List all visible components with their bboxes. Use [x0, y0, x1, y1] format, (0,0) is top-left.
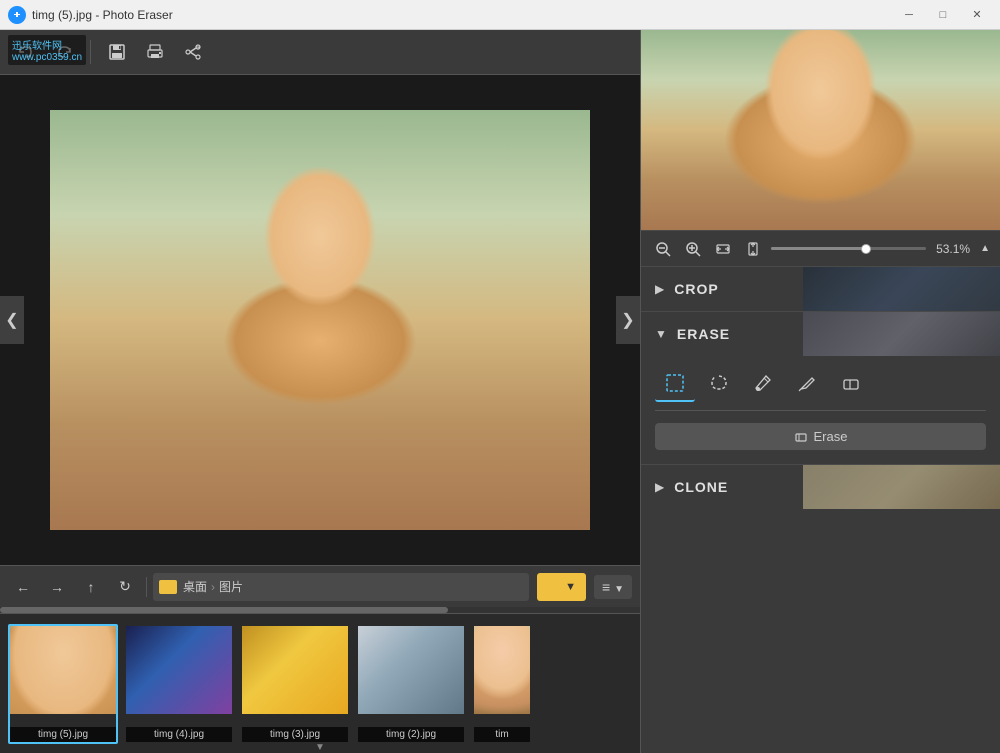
filter-icon: ≡: [602, 579, 610, 595]
refresh-button[interactable]: ↻: [110, 572, 140, 602]
clone-title: CLONE: [674, 479, 728, 495]
window-controls: ─ □ ✕: [894, 4, 992, 26]
star-icon: ★: [547, 577, 561, 597]
nav-divider: [146, 577, 147, 597]
clone-section: ▶ CLONE: [641, 464, 1000, 509]
thumbnail-label-2: timg (4).jpg: [126, 727, 232, 742]
save-button[interactable]: [101, 36, 133, 68]
crop-section-header[interactable]: ▶ CROP: [641, 267, 1000, 311]
window-title: timg (5).jpg - Photo Eraser: [32, 8, 173, 22]
erase-button-icon: [794, 430, 808, 444]
thumbnail-label-4: timg (2).jpg: [358, 727, 464, 742]
forward-button[interactable]: →: [42, 572, 72, 602]
pen-tool[interactable]: [787, 366, 827, 402]
share-button[interactable]: [177, 36, 209, 68]
fit-height-button[interactable]: [741, 237, 765, 261]
erase-section-header[interactable]: ▼ ERASE: [641, 312, 1000, 356]
prev-image-button[interactable]: ❮: [0, 296, 24, 344]
desktop-label: 桌面: [183, 578, 207, 595]
film-thumb-2[interactable]: timg (4).jpg: [124, 624, 234, 744]
thumbnail-image-1: [10, 626, 116, 714]
thumbnail-label-3: timg (3).jpg: [242, 727, 348, 742]
film-thumb-4[interactable]: timg (2).jpg: [356, 624, 466, 744]
erase-button[interactable]: Erase: [655, 423, 986, 450]
thumbnail-label-1: timg (5).jpg: [10, 727, 116, 742]
film-thumb-5[interactable]: tim: [472, 624, 532, 744]
toolbar-divider-1: [90, 40, 91, 64]
brush-tool[interactable]: [743, 366, 783, 402]
zoom-collapse-button[interactable]: ▲: [980, 243, 990, 254]
thumbnail-image-2: [126, 626, 232, 714]
lasso-select-tool[interactable]: [699, 366, 739, 402]
zoom-slider-fill: [771, 247, 864, 250]
minimize-button[interactable]: ─: [894, 4, 924, 26]
filter-button[interactable]: ≡ ▼: [594, 575, 632, 599]
thumbnail-image-4: [358, 626, 464, 714]
print-button[interactable]: [139, 36, 171, 68]
thumbnail-image-3: [242, 626, 348, 714]
erase-tool-group: [655, 366, 986, 411]
next-image-button[interactable]: ❯: [616, 296, 640, 344]
title-bar: timg (5).jpg - Photo Eraser ─ □ ✕: [0, 0, 1000, 30]
fit-width-button[interactable]: [711, 237, 735, 261]
crop-title: CROP: [674, 281, 718, 297]
back-button[interactable]: ←: [8, 572, 38, 602]
filmstrip-scroll-indicator: ▼: [315, 742, 325, 753]
erase-button-label: Erase: [814, 429, 848, 444]
film-thumb-3[interactable]: timg (3).jpg: [240, 624, 350, 744]
main-area: ❮ ❯ ← → ↑ ↻ 桌面 › 图片 ★ ▼ ≡: [0, 30, 1000, 753]
redo-button[interactable]: [48, 36, 80, 68]
undo-button[interactable]: [10, 36, 42, 68]
canvas-area: ❮ ❯: [0, 75, 640, 565]
preview-image-container: [641, 30, 1000, 230]
zoom-slider-thumb: [861, 244, 871, 254]
zoom-value: 53.1%: [932, 242, 970, 256]
erase-tools-panel: Erase: [641, 356, 1000, 464]
folder-icon: [159, 580, 177, 594]
thumbnail-image-5: [474, 626, 530, 714]
main-image: [50, 110, 590, 530]
thumbnail-label-5: tim: [474, 727, 530, 742]
clone-section-header[interactable]: ▶ CLONE: [641, 465, 1000, 509]
pictures-label: 图片: [219, 578, 243, 595]
zoom-bar: 53.1% ▲: [641, 230, 1000, 266]
file-path: 桌面 › 图片: [153, 573, 529, 601]
eraser-tool[interactable]: [831, 366, 871, 402]
clone-arrow-icon: ▶: [655, 480, 664, 494]
erase-title: ERASE: [677, 326, 730, 342]
zoom-in-button[interactable]: [681, 237, 705, 261]
erase-arrow-icon: ▼: [655, 327, 667, 341]
right-panel: 53.1% ▲ ▶ CROP ▼ ERASE: [640, 30, 1000, 753]
maximize-button[interactable]: □: [928, 4, 958, 26]
left-panel: ❮ ❯ ← → ↑ ↻ 桌面 › 图片 ★ ▼ ≡: [0, 30, 640, 753]
nav-bar: ← → ↑ ↻ 桌面 › 图片 ★ ▼ ≡ ▼: [0, 565, 640, 607]
preview-image: [641, 30, 1000, 230]
rect-select-tool[interactable]: [655, 366, 695, 402]
title-bar-left: timg (5).jpg - Photo Eraser: [8, 6, 173, 24]
zoom-out-button[interactable]: [651, 237, 675, 261]
favorites-button[interactable]: ★ ▼: [537, 573, 586, 601]
erase-section: ▼ ERASE: [641, 311, 1000, 464]
crop-section: ▶ CROP: [641, 266, 1000, 311]
toolbar: [0, 30, 640, 75]
film-thumb-1[interactable]: timg (5).jpg: [8, 624, 118, 744]
close-button[interactable]: ✕: [962, 4, 992, 26]
filmstrip: timg (5).jpg timg (4).jpg timg (3).jpg t…: [0, 613, 640, 753]
app-icon: [8, 6, 26, 24]
up-button[interactable]: ↑: [76, 572, 106, 602]
crop-arrow-icon: ▶: [655, 282, 664, 296]
zoom-slider[interactable]: [771, 247, 926, 250]
